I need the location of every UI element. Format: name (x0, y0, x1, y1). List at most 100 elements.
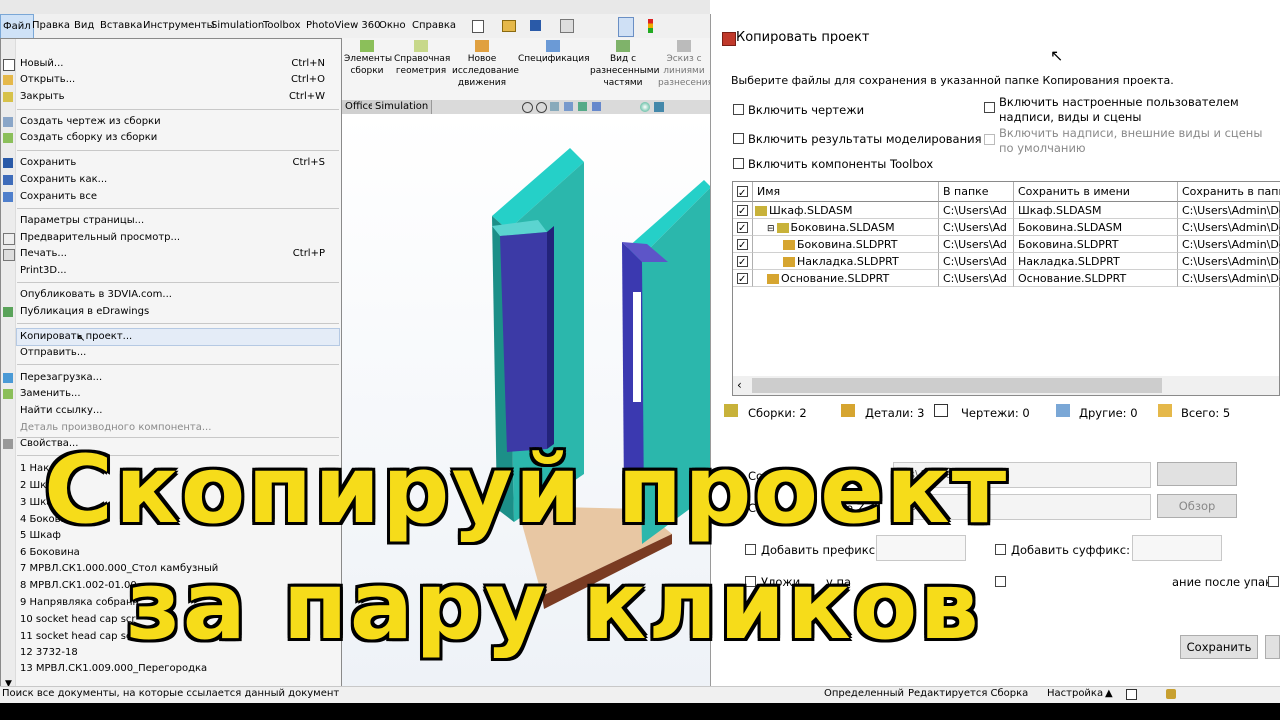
scroll-left-icon[interactable]: ‹ (737, 378, 742, 392)
extra-option-checkbox[interactable] (1268, 576, 1279, 587)
view-orientation-icon[interactable] (578, 102, 587, 111)
suffix-input[interactable] (1132, 535, 1222, 561)
menu-item-replace[interactable]: Заменить... (20, 388, 81, 399)
menu-item-new[interactable]: Новый... (20, 58, 63, 69)
recent-file-item[interactable]: 8 МРВЛ.СК1.002-01.00 (20, 580, 137, 591)
menu-item-make-assembly[interactable]: Создать сборку из сборки (20, 132, 157, 143)
menu-item-find-references[interactable]: Найти ссылку... (20, 405, 102, 416)
recent-file-item[interactable]: 11 socket head cap scr (20, 631, 136, 642)
menu-simulation[interactable]: Simulation (209, 14, 266, 38)
table-cell-save-folder[interactable]: C:\Users\Admin\De (1178, 202, 1280, 219)
zoom-fit-icon[interactable] (522, 102, 533, 113)
recent-file-item[interactable]: 10 socket head cap scr (20, 614, 136, 625)
table-row[interactable] (733, 253, 753, 270)
column-save-folder[interactable]: Сохранить в папке (1178, 182, 1280, 202)
menu-item-save-as[interactable]: Сохранить как... (20, 174, 107, 185)
browse-zip-button[interactable]: Обзор (1157, 494, 1237, 518)
select-cursor-icon[interactable] (618, 17, 634, 37)
table-row[interactable] (733, 202, 753, 219)
column-in-folder[interactable]: В папке (939, 182, 1014, 202)
table-row[interactable] (733, 236, 753, 253)
menu-item-derived-part[interactable]: Деталь производного компонента... (20, 422, 211, 433)
menu-help[interactable]: Справка (410, 14, 458, 38)
new-document-icon[interactable] (472, 20, 484, 33)
save-icon[interactable] (530, 20, 541, 31)
include-results-checkbox[interactable] (733, 133, 744, 144)
menu-toolbox[interactable]: Toolbox (261, 14, 303, 38)
zoom-area-icon[interactable] (536, 102, 547, 113)
previous-view-icon[interactable] (550, 102, 559, 111)
menu-file[interactable]: Файл (0, 14, 34, 40)
menu-tools[interactable]: Инструменты (141, 14, 217, 38)
recent-file-item[interactable]: 9 Напрявляка собранн (20, 597, 139, 608)
chevron-up-icon[interactable]: ▲ (1105, 688, 1113, 699)
table-cell-save-folder[interactable]: C:\Users\Admin\De (1178, 270, 1280, 287)
status-settings[interactable]: Настройка (1047, 688, 1103, 699)
display-style-icon[interactable] (592, 102, 601, 111)
section-view-icon[interactable] (564, 102, 573, 111)
table-cell-save-name[interactable]: Шкаф.SLDASM (1014, 202, 1178, 219)
row-checkbox[interactable] (737, 271, 748, 286)
table-row[interactable] (733, 270, 753, 287)
new-motion-study-button[interactable]: Новое исследование движения (452, 40, 519, 89)
row-checkbox[interactable] (737, 220, 748, 235)
row-checkbox[interactable] (737, 237, 748, 252)
table-cell-save-name[interactable]: Боковина.SLDPRT (1014, 236, 1178, 253)
row-checkbox[interactable] (737, 254, 748, 269)
menu-photoview[interactable]: PhotoView 360 (304, 14, 383, 38)
recent-file-item[interactable]: 13 МРВЛ.СК1.009.000_Перегородка (20, 663, 207, 674)
menu-item-print-preview[interactable]: Предварительный просмотр... (20, 232, 180, 243)
print-icon[interactable] (560, 19, 574, 33)
browse-folder-button[interactable] (1157, 462, 1237, 486)
menu-item-reload[interactable]: Перезагрузка... (20, 372, 102, 383)
row-checkbox[interactable] (737, 203, 748, 218)
bom-button[interactable]: Спецификация (518, 40, 590, 65)
save-button[interactable]: Сохранить (1180, 635, 1258, 659)
table-cell-save-name[interactable]: Накладка.SLDPRT (1014, 253, 1178, 270)
column-name[interactable]: Имя (753, 182, 939, 202)
menu-item-publish-edrawings[interactable]: Публикация в eDrawings (20, 306, 149, 317)
select-all-header[interactable] (733, 182, 753, 202)
table-row[interactable] (733, 219, 753, 236)
assembly-features-button[interactable]: Элементы сборки (344, 40, 392, 77)
email-after-pack-checkbox[interactable] (995, 576, 1006, 587)
menu-item-save[interactable]: Сохранить (20, 157, 76, 168)
table-cell-save-folder[interactable]: C:\Users\Admin\De (1178, 219, 1280, 236)
include-toolbox-checkbox[interactable] (733, 158, 744, 169)
cancel-button[interactable] (1265, 635, 1280, 659)
menu-item-send[interactable]: Отправить... (20, 347, 86, 358)
menu-item-make-drawing[interactable]: Создать чертеж из сборки (20, 116, 161, 127)
reference-geometry-button[interactable]: Справочная геометрия (394, 40, 450, 77)
scrollbar-thumb[interactable] (752, 378, 1162, 393)
menu-item-save-all[interactable]: Сохранить все (20, 191, 97, 202)
include-custom-decals-checkbox[interactable] (984, 102, 995, 113)
rebuild-icon[interactable] (1166, 689, 1176, 699)
table-cell-save-folder[interactable]: C:\Users\Admin\De (1178, 236, 1280, 253)
menu-item-page-setup[interactable]: Параметры страницы... (20, 215, 144, 226)
menu-item-open[interactable]: Открыть... (20, 74, 75, 85)
menu-item-close[interactable]: Закрыть (20, 91, 65, 102)
open-folder-icon[interactable] (502, 20, 516, 32)
exploded-view-button[interactable]: Вид с разнесенными частями (590, 40, 659, 89)
scene-icon[interactable] (654, 102, 664, 112)
column-save-name[interactable]: Сохранить в имени (1014, 182, 1178, 202)
menu-view[interactable]: Вид (72, 14, 96, 38)
appearance-icon[interactable] (640, 102, 650, 112)
recent-file-item[interactable]: 12 3732-18 (20, 647, 78, 658)
menu-insert[interactable]: Вставка (98, 14, 144, 38)
explode-line-sketch-button[interactable]: Эскиз с линиями разнесения (658, 40, 710, 89)
table-cell-save-name[interactable]: Боковина.SLDASM (1014, 219, 1178, 236)
menu-item-print[interactable]: Печать... (20, 248, 67, 259)
table-cell-save-name[interactable]: Основание.SLDPRT (1014, 270, 1178, 287)
menu-window[interactable]: Окно (377, 14, 408, 38)
include-drawings-checkbox[interactable] (733, 104, 744, 115)
menu-item-publish-3dvia[interactable]: Опубликовать в 3DVIA.com... (20, 289, 172, 300)
menu-edit[interactable]: Правка (30, 14, 72, 38)
tab-simulation[interactable]: Simulation (372, 100, 433, 114)
menu-item-print3d[interactable]: Print3D... (20, 265, 67, 276)
table-cell-save-folder[interactable]: C:\Users\Admin\De (1178, 253, 1280, 270)
select-all-checkbox[interactable] (737, 184, 748, 201)
recent-file-item[interactable]: 6 Боковина (20, 547, 80, 558)
units-icon[interactable] (1126, 689, 1137, 700)
tree-collapse-icon[interactable]: ⊟ (767, 224, 775, 234)
